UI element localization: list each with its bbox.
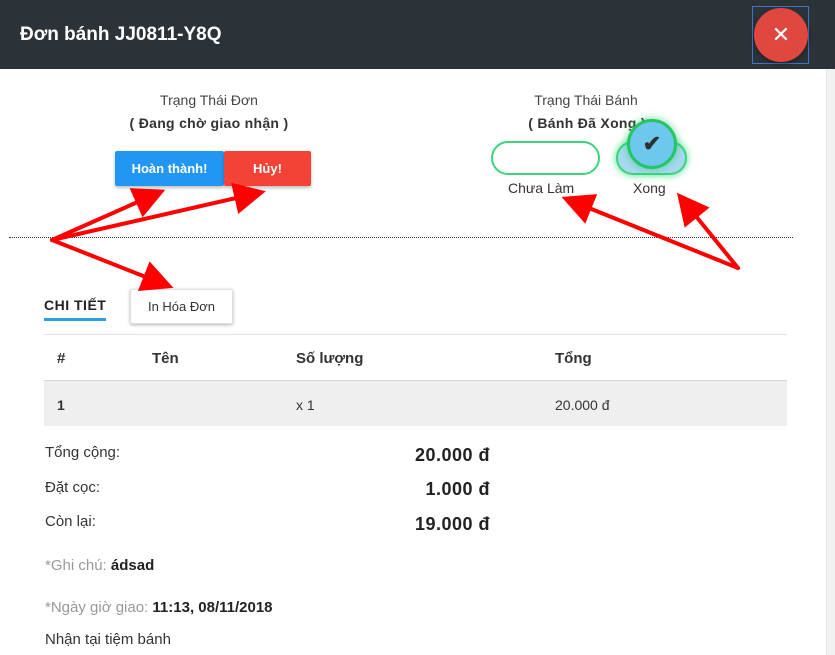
modal-header: Đơn bánh JJ0811-Y8Q [0,0,835,69]
close-icon: ✕ [771,22,791,47]
order-status-label: Trạng Thái Đơn [160,92,258,108]
arrow-to-not-done [561,194,740,270]
total-label: Tổng cộng: [45,444,121,461]
note-value: ádsad [110,557,155,574]
table-header-qty: Số lượng [296,350,364,367]
table-header-total: Tổng [555,350,592,367]
note-line: *Ghi chú: ádsad [45,557,154,574]
cancel-button[interactable]: Hủy! [224,151,311,186]
section-divider [9,237,793,238]
note-label: *Ghi chú: [45,557,107,574]
deposit-value: 1.000 đ [425,479,490,499]
row-total: 20.000 đ [555,397,610,413]
row-qty: x 1 [296,397,315,413]
deposit-label: Đặt cọc: [45,479,101,496]
remaining-label: Còn lại: [45,513,96,530]
scrollbar[interactable] [826,69,835,655]
table-header-name: Tên [152,350,179,367]
option-done-label: Xong [633,180,666,196]
check-icon: ✔ [642,131,662,156]
table-row [44,381,787,426]
modal-title: Đơn bánh JJ0811-Y8Q [20,24,222,45]
arrow-to-done [676,192,740,270]
arrow-to-print [50,238,174,292]
complete-button[interactable]: Hoàn thành! [115,151,224,186]
row-index: 1 [57,397,65,413]
remaining-value: 19.000 đ [414,514,490,534]
option-not-done-label: Chưa Làm [508,180,575,196]
print-invoice-button[interactable]: In Hóa Đơn [130,289,233,324]
pickup-text: Nhận tại tiệm bánh [45,631,171,648]
delivery-label: *Ngày giờ giao: [45,599,149,616]
toggle-not-done[interactable] [491,141,600,175]
delivery-value: 11:13, 08/11/2018 [152,599,273,616]
order-status-value: ( Đang chờ giao nhận ) [129,115,289,131]
close-button[interactable]: ✕ [754,8,808,62]
cake-status-label: Trạng Thái Bánh [534,92,638,108]
table-header-index: # [57,350,66,367]
table-top-border [44,334,787,335]
toggle-knob[interactable]: ✔ [627,119,677,169]
total-value: 20.000 đ [414,445,490,465]
tab-detail[interactable]: CHI TIẾT [44,297,107,321]
arrow-to-cancel [50,182,266,242]
arrow-to-complete [50,188,166,242]
delivery-line: *Ngày giờ giao: 11:13, 08/11/2018 [45,599,273,616]
